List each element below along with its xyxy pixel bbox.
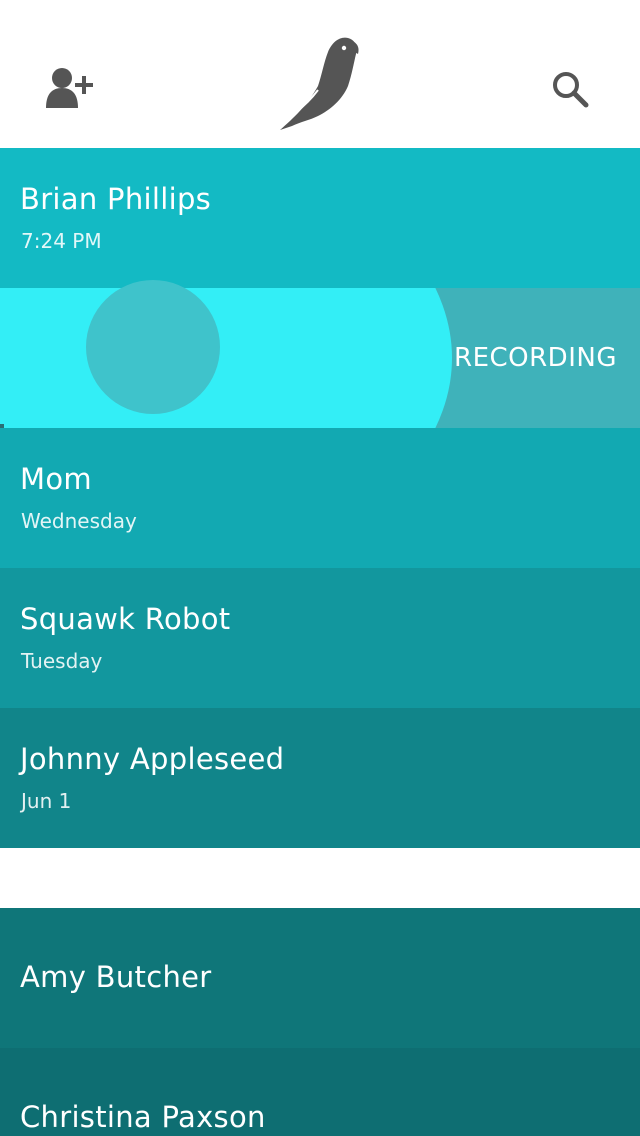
message-time: Wednesday (21, 509, 137, 533)
recording-label: RECORDING (454, 343, 617, 373)
contact-name: Christina Paxson (20, 1100, 266, 1134)
contact-name: Mom (20, 462, 92, 496)
add-contact-icon[interactable] (44, 66, 96, 110)
message-time: Tuesday (21, 649, 103, 673)
contact-name: Squawk Robot (20, 602, 231, 636)
recording-progress-fill (0, 288, 452, 428)
message-time: Jun 1 (21, 789, 72, 813)
contact-row[interactable]: Amy Butcher (0, 908, 640, 1048)
search-icon[interactable] (550, 70, 590, 108)
record-button[interactable] (86, 280, 220, 414)
parrot-logo-icon (278, 34, 362, 132)
contact-row[interactable]: Christina Paxson (0, 1048, 640, 1136)
conversation-row[interactable]: Brian Phillips 7:24 PM (0, 148, 640, 288)
contact-name: Johnny Appleseed (20, 742, 285, 776)
conversation-row[interactable]: Johnny Appleseed Jun 1 (0, 708, 640, 848)
contact-name: Brian Phillips (20, 182, 212, 216)
conversation-row[interactable]: Squawk Robot Tuesday (0, 568, 640, 708)
contact-name: Amy Butcher (20, 960, 212, 994)
conversation-row[interactable]: Mom Wednesday (0, 428, 640, 568)
message-time: 7:24 PM (21, 229, 102, 253)
top-bar (0, 0, 640, 148)
